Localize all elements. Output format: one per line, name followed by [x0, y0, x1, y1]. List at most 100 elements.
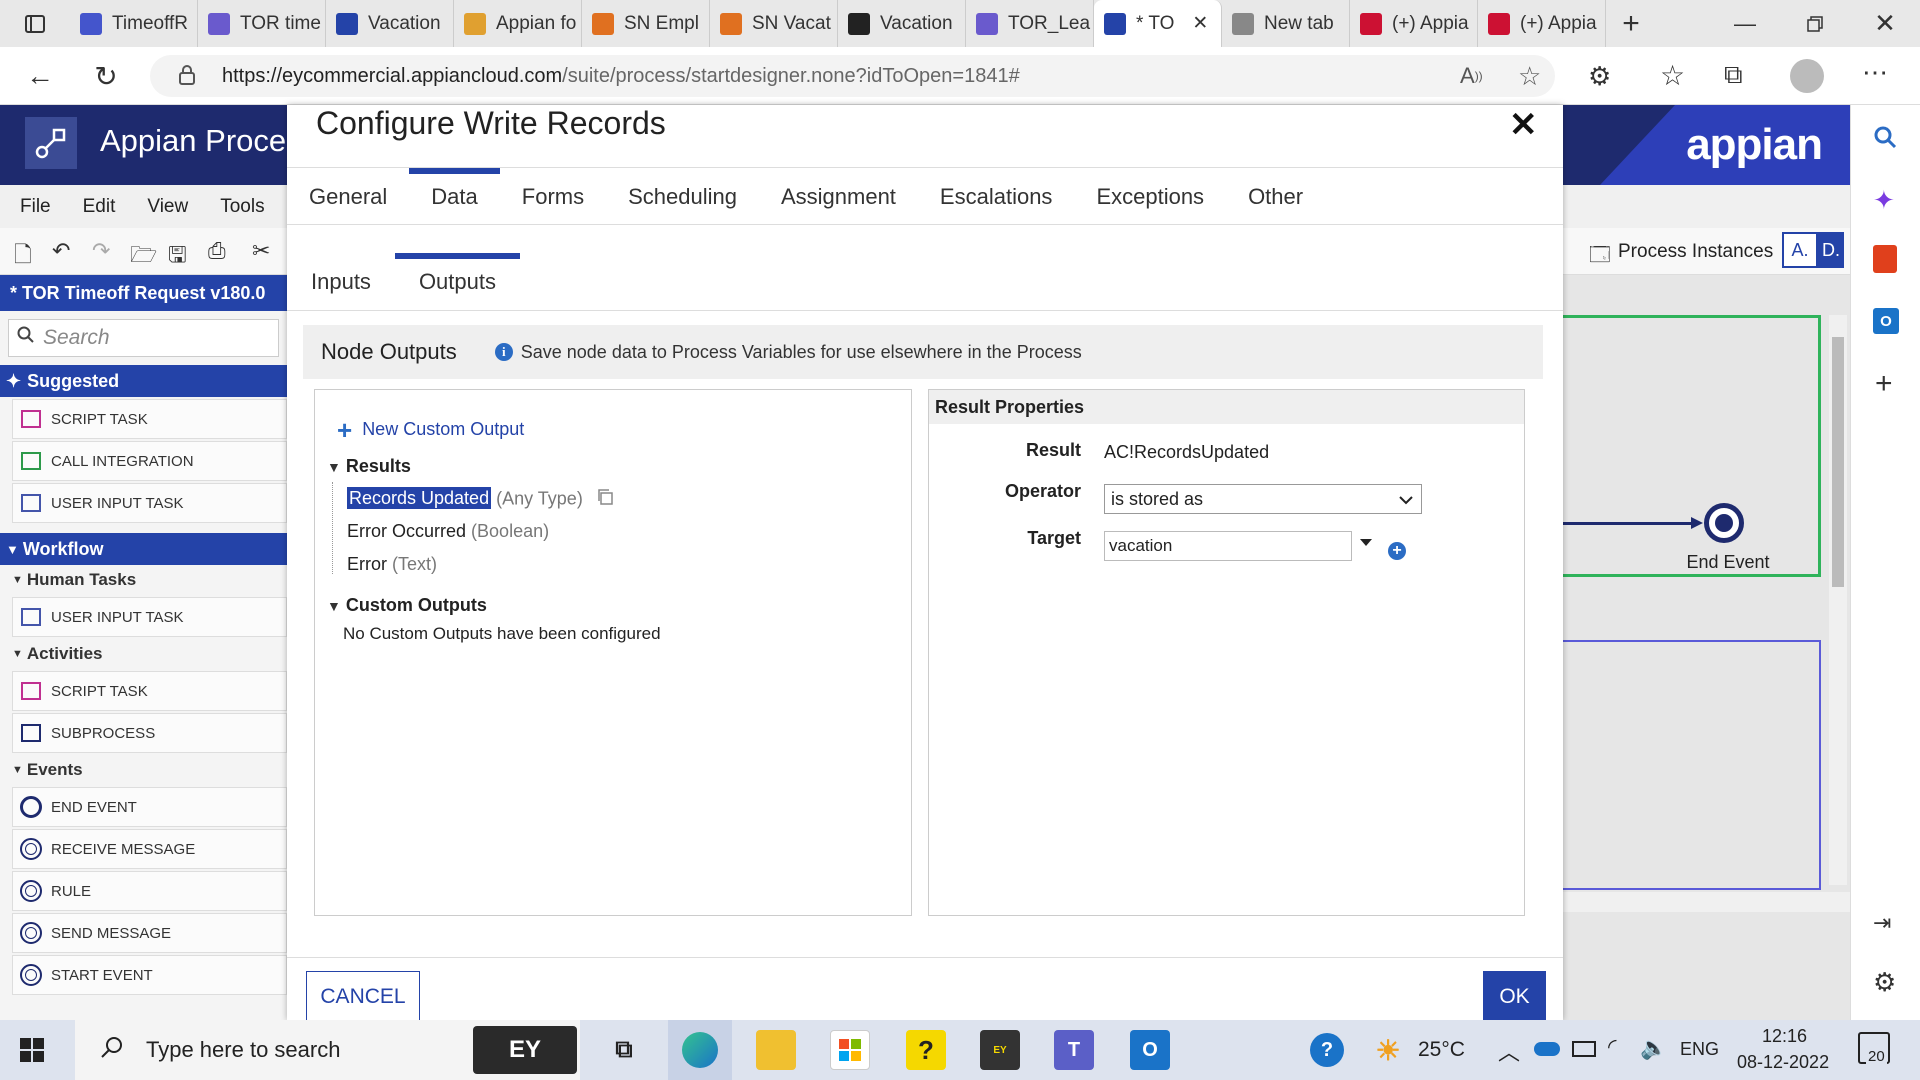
help-app-icon[interactable]: ?	[906, 1030, 946, 1070]
back-icon[interactable]: ←	[22, 60, 58, 91]
wifi-icon[interactable]: ◜	[1608, 1034, 1617, 1060]
ey-discover-icon[interactable]: EY	[980, 1030, 1020, 1070]
target-input[interactable]: vacation	[1104, 531, 1352, 561]
browser-tab[interactable]: TimeoffR	[70, 0, 198, 47]
human-tasks-header[interactable]: ▼ Human Tasks	[0, 565, 287, 595]
palette-search-input[interactable]: Search	[8, 319, 279, 357]
browser-tab[interactable]: (+) Appia	[1350, 0, 1478, 47]
clock-date[interactable]: 08-12-2022	[1737, 1052, 1829, 1073]
process-instances-button[interactable]: Process Instances	[1618, 241, 1773, 263]
clock-time[interactable]: 12:16	[1762, 1026, 1807, 1047]
new-tab-icon[interactable]: +	[1606, 0, 1656, 47]
view-tab-d[interactable]: D.	[1818, 232, 1844, 268]
browser-tab[interactable]: Vacation	[838, 0, 966, 47]
browser-tab[interactable]: * TO ✕	[1094, 0, 1222, 47]
refresh-icon[interactable]: ↻	[88, 61, 124, 92]
palette-item[interactable]: RULE	[12, 871, 287, 911]
tab-general[interactable]: General	[287, 168, 409, 225]
open-icon[interactable]: 🗁	[130, 238, 157, 276]
browser-tab[interactable]: Appian fo	[454, 0, 582, 47]
profile-avatar[interactable]	[1790, 59, 1824, 93]
tab-assignment[interactable]: Assignment	[759, 168, 918, 225]
cut-icon[interactable]: ✂	[252, 238, 270, 264]
new-icon[interactable]: 🗋	[14, 238, 32, 276]
taskbar-search[interactable]: Type here to search EY	[75, 1020, 580, 1080]
events-header[interactable]: ▼ Events	[0, 755, 287, 785]
close-tab-icon[interactable]: ✕	[1192, 12, 1208, 35]
copilot-icon[interactable]: ✦	[1873, 185, 1895, 216]
palette-item[interactable]: SCRIPT TASK	[12, 671, 287, 711]
result-error-occurred[interactable]: Error Occurred (Boolean)	[347, 521, 549, 542]
browser-tab[interactable]: TOR time	[198, 0, 326, 47]
ok-button[interactable]: OK	[1483, 971, 1546, 1023]
palette-item[interactable]: SEND MESSAGE	[12, 913, 287, 953]
cancel-button[interactable]: CANCEL	[306, 971, 420, 1023]
sidebar-collapse-icon[interactable]: ⇥	[1873, 910, 1891, 936]
palette-item[interactable]: SUBPROCESS	[12, 713, 287, 753]
view-tab-a[interactable]: A.	[1782, 232, 1818, 268]
search-icon[interactable]	[1873, 125, 1897, 149]
ey-banner-icon[interactable]: EY	[473, 1026, 577, 1074]
scroll-thumb[interactable]	[1832, 337, 1844, 587]
end-event-node[interactable]	[1704, 503, 1744, 543]
weather-temp[interactable]: 25°C	[1418, 1038, 1465, 1062]
palette-item[interactable]: RECEIVE MESSAGE	[12, 829, 287, 869]
tab-scheduling[interactable]: Scheduling	[606, 168, 759, 225]
battery-icon[interactable]	[1572, 1041, 1596, 1057]
store-icon[interactable]	[830, 1030, 870, 1070]
target-dropdown-icon[interactable]	[1360, 539, 1372, 546]
favorite-add-icon[interactable]: ☆	[1518, 61, 1541, 92]
copy-icon[interactable]	[596, 488, 614, 511]
browser-tab[interactable]: SN Empl	[582, 0, 710, 47]
minimize-icon[interactable]: —	[1710, 11, 1780, 37]
browser-tab[interactable]: SN Vacat	[710, 0, 838, 47]
browser-tab[interactable]: TOR_Lea	[966, 0, 1094, 47]
process-instances-icon[interactable]: 🗔	[1589, 240, 1611, 274]
undo-icon[interactable]: ↶	[52, 238, 70, 264]
volume-icon[interactable]: 🔈	[1640, 1035, 1667, 1061]
horizontal-scrollbar[interactable]	[1563, 892, 1850, 912]
result-error[interactable]: Error (Text)	[347, 554, 437, 575]
collections-icon[interactable]: ⧉	[1724, 59, 1743, 91]
menu-file[interactable]: File	[20, 196, 51, 218]
more-menu-icon[interactable]: ⋯	[1862, 57, 1888, 88]
results-group[interactable]: ▼ Results	[327, 456, 411, 477]
edge-icon[interactable]	[668, 1020, 732, 1080]
favorites-icon[interactable]: ☆	[1660, 59, 1685, 92]
browser-tab[interactable]: Vacation	[326, 0, 454, 47]
palette-item[interactable]: USER INPUT TASK	[12, 483, 287, 523]
close-window-icon[interactable]: ✕	[1850, 8, 1920, 39]
suggested-header[interactable]: ✦ Suggested	[0, 365, 287, 397]
windows-start-icon[interactable]	[20, 1038, 44, 1062]
subtab-outputs[interactable]: Outputs	[394, 253, 521, 310]
custom-outputs-group[interactable]: ▼ Custom Outputs	[327, 595, 487, 616]
palette-item[interactable]: SCRIPT TASK	[12, 399, 287, 439]
palette-item[interactable]: END EVENT	[12, 787, 287, 827]
tab-other[interactable]: Other	[1226, 168, 1325, 225]
language-indicator[interactable]: ENG	[1680, 1039, 1719, 1060]
new-custom-output-link[interactable]: + New Custom Output	[337, 417, 524, 443]
process-canvas[interactable]: End Event	[1563, 275, 1850, 1020]
teams-icon[interactable]: T	[1054, 1030, 1094, 1070]
task-view-icon[interactable]: ⧉	[604, 1030, 644, 1070]
tab-actions-icon[interactable]	[0, 0, 70, 47]
vertical-scrollbar[interactable]	[1829, 315, 1847, 885]
menu-edit[interactable]: Edit	[83, 196, 116, 218]
restore-icon[interactable]	[1780, 15, 1850, 32]
settings-icon[interactable]: ⚙	[1873, 967, 1896, 998]
redo-icon[interactable]: ↷	[92, 238, 110, 264]
palette-item[interactable]: CALL INTEGRATION	[12, 441, 287, 481]
read-aloud-icon[interactable]: A))	[1460, 63, 1483, 89]
browser-tab[interactable]: (+) Appia	[1478, 0, 1606, 47]
office-icon[interactable]	[1873, 245, 1897, 273]
file-explorer-icon[interactable]	[756, 1030, 796, 1070]
close-icon[interactable]: ✕	[1509, 105, 1538, 145]
palette-item[interactable]: START EVENT	[12, 955, 287, 995]
address-bar[interactable]: https://eycommercial.appiancloud.com/sui…	[150, 55, 1555, 97]
outlook-icon[interactable]: O	[1130, 1030, 1170, 1070]
outlook-icon[interactable]: O	[1873, 308, 1899, 334]
menu-view[interactable]: View	[147, 196, 188, 218]
browser-tab[interactable]: New tab	[1222, 0, 1350, 47]
extensions-icon[interactable]: ⚙	[1588, 61, 1611, 92]
print-icon[interactable]: ⎙	[208, 238, 226, 264]
